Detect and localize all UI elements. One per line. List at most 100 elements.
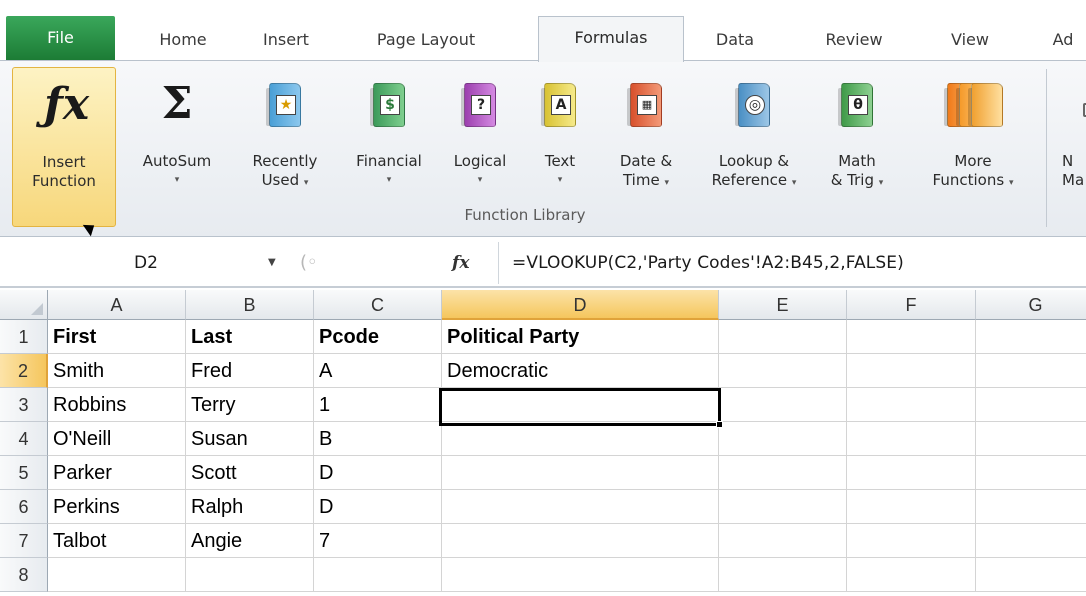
- row-header-7[interactable]: 7: [0, 524, 48, 558]
- cell-c2[interactable]: A: [314, 354, 442, 388]
- fill-handle[interactable]: [716, 421, 723, 428]
- cell-f6[interactable]: [847, 490, 976, 524]
- lookup-reference-dropdown-arrow[interactable]: ▾: [792, 178, 797, 188]
- autosum-button[interactable]: Σ AutoSum ▾: [132, 67, 222, 227]
- insert-function-button[interactable]: ƒx Insert Function: [12, 67, 116, 227]
- cell-f1[interactable]: [847, 320, 976, 354]
- more-functions-dropdown-arrow[interactable]: ▾: [1009, 178, 1014, 188]
- cell-g3[interactable]: [976, 388, 1086, 422]
- cell-d2[interactable]: Democratic: [442, 354, 719, 388]
- cell-c8[interactable]: [314, 558, 442, 592]
- cell-e2[interactable]: [719, 354, 847, 388]
- cell-d4[interactable]: [442, 422, 719, 456]
- date-time-button[interactable]: ▦ Date & Time ▾: [604, 67, 688, 227]
- tab-file[interactable]: File: [6, 16, 115, 60]
- cell-a5[interactable]: Parker: [48, 456, 186, 490]
- cell-g1[interactable]: [976, 320, 1086, 354]
- row-header-8[interactable]: 8: [0, 558, 48, 592]
- financial-button[interactable]: $ Financial ▾: [342, 67, 436, 227]
- column-header-g[interactable]: G: [976, 290, 1086, 320]
- cell-b8[interactable]: [186, 558, 314, 592]
- column-header-b[interactable]: B: [186, 290, 314, 320]
- cell-e5[interactable]: [719, 456, 847, 490]
- more-functions-button[interactable]: More Functions ▾: [910, 67, 1036, 227]
- cell-d6[interactable]: [442, 490, 719, 524]
- cell-b3[interactable]: Terry: [186, 388, 314, 422]
- cell-d5[interactable]: [442, 456, 719, 490]
- tab-page-layout[interactable]: Page Layout: [350, 19, 502, 60]
- column-header-a[interactable]: A: [48, 290, 186, 320]
- cell-f2[interactable]: [847, 354, 976, 388]
- cell-d8[interactable]: [442, 558, 719, 592]
- select-all-corner[interactable]: [0, 290, 48, 320]
- cell-e6[interactable]: [719, 490, 847, 524]
- cell-e3[interactable]: [719, 388, 847, 422]
- cell-g7[interactable]: [976, 524, 1086, 558]
- cell-c5[interactable]: D: [314, 456, 442, 490]
- cell-e7[interactable]: [719, 524, 847, 558]
- cell-g6[interactable]: [976, 490, 1086, 524]
- cell-e8[interactable]: [719, 558, 847, 592]
- insert-function-fx-icon[interactable]: fx: [452, 246, 492, 280]
- row-header-2[interactable]: 2: [0, 354, 48, 388]
- recently-used-button[interactable]: ★ Recently Used ▾: [238, 67, 332, 227]
- cell-g4[interactable]: [976, 422, 1086, 456]
- tab-view[interactable]: View: [935, 19, 1005, 60]
- cell-c6[interactable]: D: [314, 490, 442, 524]
- formula-bar-grip-icon[interactable]: (◦: [300, 246, 330, 280]
- cell-e1[interactable]: [719, 320, 847, 354]
- column-header-d[interactable]: D: [442, 290, 719, 320]
- cell-b1[interactable]: Last: [186, 320, 314, 354]
- cell-b6[interactable]: Ralph: [186, 490, 314, 524]
- cell-a4[interactable]: O'Neill: [48, 422, 186, 456]
- column-header-e[interactable]: E: [719, 290, 847, 320]
- tab-home[interactable]: Home: [143, 19, 223, 60]
- row-header-5[interactable]: 5: [0, 456, 48, 490]
- cell-f7[interactable]: [847, 524, 976, 558]
- cell-b7[interactable]: Angie: [186, 524, 314, 558]
- cell-b4[interactable]: Susan: [186, 422, 314, 456]
- math-trig-dropdown-arrow[interactable]: ▾: [879, 178, 884, 188]
- tab-add-ins[interactable]: Ad: [1040, 19, 1086, 60]
- name-manager-button[interactable]: N Ma: [1056, 67, 1086, 227]
- recently-used-dropdown-arrow[interactable]: ▾: [304, 178, 309, 188]
- cell-c3[interactable]: 1: [314, 388, 442, 422]
- cell-b2[interactable]: Fred: [186, 354, 314, 388]
- row-header-3[interactable]: 3: [0, 388, 48, 422]
- row-header-4[interactable]: 4: [0, 422, 48, 456]
- cell-a3[interactable]: Robbins: [48, 388, 186, 422]
- cell-a6[interactable]: Perkins: [48, 490, 186, 524]
- cell-g5[interactable]: [976, 456, 1086, 490]
- text-functions-button[interactable]: A Text ▾: [534, 67, 586, 227]
- cell-g2[interactable]: [976, 354, 1086, 388]
- logical-dropdown-arrow[interactable]: ▾: [444, 171, 516, 190]
- lookup-reference-button[interactable]: ◎ Lookup & Reference ▾: [694, 67, 814, 227]
- name-box-dropdown-icon[interactable]: ▼: [268, 246, 288, 280]
- logical-button[interactable]: ? Logical ▾: [444, 67, 516, 227]
- row-header-6[interactable]: 6: [0, 490, 48, 524]
- cell-f8[interactable]: [847, 558, 976, 592]
- cell-c7[interactable]: 7: [314, 524, 442, 558]
- cell-f4[interactable]: [847, 422, 976, 456]
- math-trig-button[interactable]: θ Math & Trig ▾: [812, 67, 902, 227]
- tab-data[interactable]: Data: [700, 19, 770, 60]
- row-header-1[interactable]: 1: [0, 320, 48, 354]
- autosum-dropdown-arrow[interactable]: ▾: [132, 171, 222, 190]
- column-header-f[interactable]: F: [847, 290, 976, 320]
- cell-a1[interactable]: First: [48, 320, 186, 354]
- cell-a2[interactable]: Smith: [48, 354, 186, 388]
- formula-input[interactable]: =VLOOKUP(C2,'Party Codes'!A2:B45,2,FALSE…: [512, 246, 1082, 280]
- text-functions-dropdown-arrow[interactable]: ▾: [534, 171, 586, 190]
- tab-formulas[interactable]: Formulas: [538, 16, 684, 62]
- cell-a8[interactable]: [48, 558, 186, 592]
- cell-g8[interactable]: [976, 558, 1086, 592]
- financial-dropdown-arrow[interactable]: ▾: [342, 171, 436, 190]
- cell-c4[interactable]: B: [314, 422, 442, 456]
- cell-f5[interactable]: [847, 456, 976, 490]
- date-time-dropdown-arrow[interactable]: ▾: [664, 178, 669, 188]
- tab-review[interactable]: Review: [808, 19, 900, 60]
- cell-b5[interactable]: Scott: [186, 456, 314, 490]
- cell-c1[interactable]: Pcode: [314, 320, 442, 354]
- cell-d7[interactable]: [442, 524, 719, 558]
- cell-e4[interactable]: [719, 422, 847, 456]
